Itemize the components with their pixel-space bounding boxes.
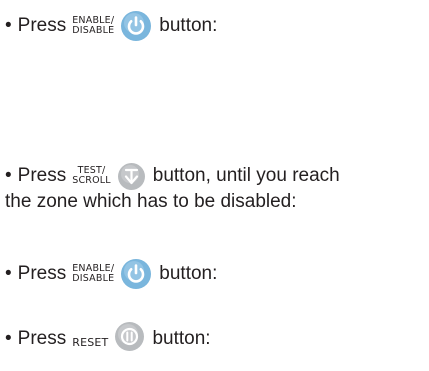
instruction-step-2: • Press TEST/ SCROLL button, until you r… <box>5 158 340 194</box>
instruction-step-4: • Press RESET button: <box>5 321 211 357</box>
enable-disable-button-label: ENABLE/ DISABLE <box>72 264 114 284</box>
reset-button-label: RESET <box>72 335 109 349</box>
bullet: • <box>5 165 12 186</box>
test-scroll-button-label: TEST/ SCROLL <box>72 166 111 186</box>
power-icon <box>121 11 152 41</box>
reset-icon <box>115 321 145 351</box>
instruction-step-3: • Press ENABLE/ DISABLE button: <box>5 256 217 292</box>
bullet: • <box>5 15 12 36</box>
suffix-text: button, until you reach <box>152 165 340 186</box>
button-label-line2: SCROLL <box>72 175 111 186</box>
press-text: Press <box>17 328 67 349</box>
bullet: • <box>5 328 12 349</box>
suffix-text: button: <box>152 328 211 349</box>
enable-disable-button-label: ENABLE/ DISABLE <box>72 16 114 36</box>
power-icon <box>121 259 152 289</box>
instruction-step-1: • Press ENABLE/ DISABLE button: <box>5 8 217 44</box>
press-text: Press <box>17 165 67 186</box>
press-text: Press <box>17 15 67 36</box>
button-label-line2: DISABLE <box>72 25 115 36</box>
button-label-line2: DISABLE <box>72 273 115 284</box>
press-text: Press <box>17 263 67 284</box>
suffix-text: button: <box>159 15 218 36</box>
scroll-down-icon <box>117 162 145 190</box>
instruction-step-2-continuation: the zone which has to be disabled: <box>5 191 297 212</box>
suffix-text: button: <box>159 263 218 284</box>
bullet: • <box>5 263 12 284</box>
